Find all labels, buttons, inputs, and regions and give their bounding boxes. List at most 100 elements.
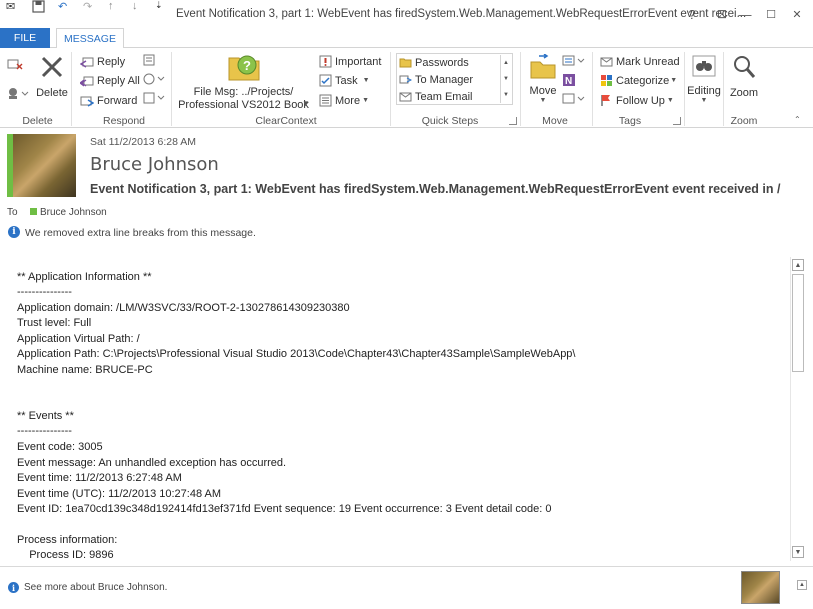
quick-steps-scroll[interactable]: ▲ ▼ ▼: [500, 55, 511, 103]
customize-toolbar-icon[interactable]: ⇣: [155, 0, 163, 11]
categorize-label: Categorize: [616, 74, 670, 87]
task-button[interactable]: Task ▼: [318, 72, 370, 89]
move-button[interactable]: Move ▼: [526, 53, 560, 104]
info-notice[interactable]: We removed extra line breaks from this m…: [25, 227, 256, 239]
info-icon: i: [8, 226, 20, 238]
junk-icon[interactable]: [7, 86, 29, 103]
ignore-icon[interactable]: [7, 57, 23, 74]
more-button[interactable]: More ▼: [318, 92, 369, 109]
file-msg-button[interactable]: ? File Msg: ../Projects/ Professional VS…: [176, 52, 311, 112]
reply-all-button[interactable]: Reply All: [80, 72, 140, 89]
quick-step-to-manager[interactable]: To Manager: [398, 71, 473, 88]
maximize-button[interactable]: ☐: [760, 4, 782, 24]
forward-button[interactable]: Forward: [80, 92, 137, 109]
reply-label: Reply: [97, 55, 126, 68]
group-divider: [520, 52, 521, 126]
body-line: ** Events **: [17, 410, 74, 422]
help-button[interactable]: ?: [681, 4, 703, 24]
undo-icon[interactable]: ↶: [58, 0, 67, 13]
delete-group-label: Delete: [22, 115, 53, 127]
file-msg-dropdown-icon[interactable]: ▼: [302, 99, 310, 108]
group-divider: [171, 52, 172, 126]
body-line: Process information:: [17, 534, 118, 546]
previous-item-icon[interactable]: ↑: [108, 0, 114, 12]
people-pane-link[interactable]: See more about Bruce Johnson.: [24, 582, 167, 593]
file-msg-line1: File Msg: ../Projects/: [193, 86, 294, 98]
important-label: Important: [335, 55, 382, 68]
follow-up-button[interactable]: Follow Up ▼: [599, 92, 674, 109]
editing-button[interactable]: Editing ▼: [686, 54, 722, 104]
reply-icon: [80, 55, 94, 68]
sender-avatar: [7, 134, 76, 197]
quick-step-team-email[interactable]: Team Email: [398, 88, 472, 105]
body-line: Event ID: 1ea70cd139c348d192414fd13ef371…: [17, 503, 552, 515]
task-icon: [318, 74, 332, 87]
sender-name[interactable]: Bruce Johnson: [90, 154, 219, 175]
quick-step-label: Passwords: [415, 56, 469, 69]
mark-unread-button[interactable]: Mark Unread: [599, 53, 680, 70]
delete-label: Delete: [36, 87, 68, 99]
minimize-button[interactable]: —: [734, 4, 756, 24]
more-respond-icon[interactable]: [143, 92, 165, 107]
clearcontext-group-label: ClearContext: [255, 115, 317, 127]
body-line: Event time: 11/2/2013 6:27:48 AM: [17, 472, 182, 484]
next-item-icon[interactable]: ↓: [132, 0, 138, 12]
actions-icon[interactable]: [562, 92, 586, 108]
tags-launcher-icon[interactable]: [673, 117, 681, 125]
zoom-button[interactable]: Zoom: [726, 54, 762, 99]
task-dropdown-icon: ▼: [362, 77, 370, 84]
flag-icon: [599, 94, 613, 107]
more-dropdown-icon: ▼: [362, 97, 369, 104]
important-button[interactable]: Important: [318, 53, 381, 70]
rules-icon[interactable]: [562, 54, 586, 70]
meeting-reply-icon[interactable]: [143, 54, 157, 69]
tab-file[interactable]: FILE: [0, 28, 50, 48]
group-divider: [390, 52, 391, 126]
follow-up-label: Follow Up: [616, 94, 665, 107]
quick-step-label: Team Email: [415, 90, 473, 103]
mail-icon: ✉: [6, 1, 16, 13]
zoom-label: Zoom: [729, 87, 759, 99]
scroll-down-arrow-icon[interactable]: ▼: [792, 546, 804, 558]
categorize-button[interactable]: Categorize ▼: [599, 72, 677, 89]
delete-icon: [39, 54, 65, 83]
ribbon-display-options-button[interactable]: ⊡: [711, 4, 733, 24]
redo-icon[interactable]: ↷: [83, 0, 92, 13]
move-dropdown-icon: ▼: [539, 97, 547, 104]
body-line: Process ID: 9896: [17, 549, 114, 561]
quick-step-passwords[interactable]: Passwords: [398, 54, 469, 71]
expand-people-pane-icon[interactable]: ▲: [797, 580, 807, 590]
group-divider: [684, 52, 685, 126]
editing-label: Editing: [687, 85, 721, 97]
info-icon: i: [8, 582, 19, 593]
im-reply-icon[interactable]: [143, 73, 165, 88]
editing-dropdown-icon: ▼: [700, 97, 708, 104]
body-line: ---------------: [17, 425, 72, 437]
group-divider: [723, 52, 724, 126]
close-button[interactable]: ✕: [786, 4, 808, 24]
body-line: Trust level: Full: [17, 317, 92, 329]
move-group-label: Move: [542, 115, 568, 127]
quick-step-label: To Manager: [415, 73, 474, 86]
presence-indicator-icon: [30, 208, 37, 215]
quick-steps-launcher-icon[interactable]: [509, 117, 517, 125]
contact-thumbnail[interactable]: [741, 571, 780, 604]
recipient-name[interactable]: Bruce Johnson: [40, 207, 107, 218]
scroll-up-arrow-icon[interactable]: ▲: [792, 259, 804, 271]
tags-group-label: Tags: [618, 115, 642, 127]
body-line: Event code: 3005: [17, 441, 103, 453]
team-email-icon: [398, 90, 412, 103]
body-line: Event message: An unhandled exception ha…: [17, 457, 287, 469]
onenote-icon[interactable]: N: [562, 73, 576, 90]
tab-message[interactable]: MESSAGE: [56, 28, 124, 49]
reply-all-icon: [80, 74, 94, 87]
categorize-icon: [599, 74, 613, 87]
file-msg-line2: Professional VS2012 Book: [178, 99, 309, 111]
reply-button[interactable]: Reply: [80, 53, 125, 70]
delete-button[interactable]: Delete: [34, 54, 70, 99]
collapse-ribbon-icon[interactable]: ⌃: [794, 115, 801, 124]
mark-unread-label: Mark Unread: [616, 55, 680, 68]
scrollbar-thumb[interactable]: [792, 274, 804, 372]
folder-question-icon: ?: [227, 52, 261, 85]
save-icon[interactable]: [32, 0, 45, 16]
